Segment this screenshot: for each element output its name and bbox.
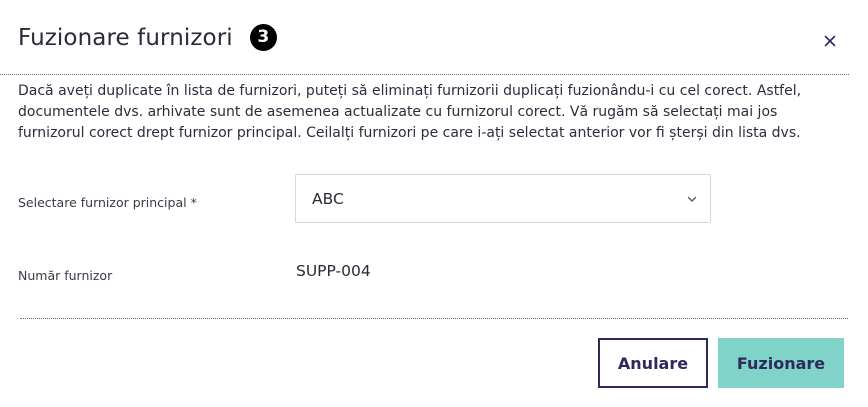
cancel-button[interactable]: Anulare — [598, 338, 708, 388]
dialog-description: Dacă aveți duplicate în lista de furnizo… — [18, 83, 802, 141]
supplier-number-value: SUPP-004 — [296, 262, 371, 280]
selected-count-badge: 3 — [249, 24, 277, 51]
dialog-title: Fuzionare furnizori — [18, 24, 233, 51]
dialog-header: Fuzionare furnizori 3 — [18, 24, 277, 51]
header-divider — [0, 74, 849, 75]
primary-supplier-label: Selectare furnizor principal * — [18, 195, 197, 210]
chevron-down-icon — [687, 196, 697, 202]
footer-divider — [20, 318, 848, 319]
supplier-number-row: Număr furnizor — [18, 268, 295, 283]
primary-supplier-row: Selectare furnizor principal * — [18, 195, 295, 210]
close-button[interactable] — [819, 30, 841, 52]
primary-supplier-selected-value: ABC — [312, 189, 344, 208]
merge-button[interactable]: Fuzionare — [718, 338, 844, 388]
supplier-number-label: Număr furnizor — [18, 268, 113, 283]
close-icon — [824, 35, 836, 47]
primary-supplier-select[interactable]: ABC — [295, 174, 711, 223]
